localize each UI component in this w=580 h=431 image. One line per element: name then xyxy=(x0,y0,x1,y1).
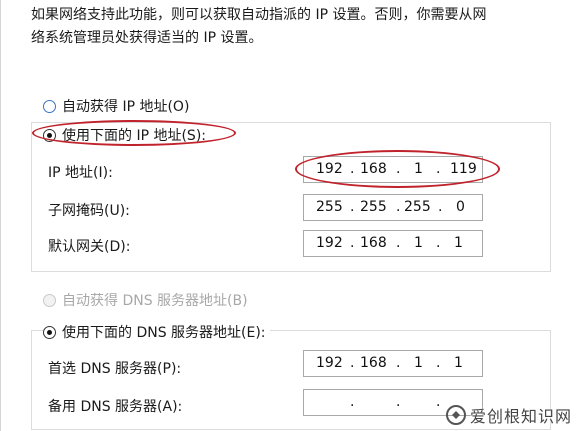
manual-dns-radio[interactable]: 使用下面的 DNS 服务器地址(E): xyxy=(43,322,270,342)
description-line-2: 络系统管理员处获得适当的 IP 设置。 xyxy=(31,30,263,46)
octet-dot: . xyxy=(350,161,355,177)
manual-dns-label: 使用下面的 DNS 服务器地址(E): xyxy=(62,325,266,341)
ip-octet-4: 119 xyxy=(450,161,477,177)
auto-ip-radio[interactable]: 自动获得 IP 地址(O) xyxy=(43,96,189,116)
octet-dot: . xyxy=(396,355,401,371)
alternate-dns-label: 备用 DNS 服务器(A): xyxy=(48,399,183,415)
gateway-octet-2: 168 xyxy=(360,235,387,251)
ip-octet-3: 1 xyxy=(414,161,423,177)
ip-octet-2: 168 xyxy=(360,161,387,177)
subnet-octet-2: 255 xyxy=(360,199,387,215)
ipv4-properties-panel: 如果网络支持此功能，则可以获取自动指派的 IP 设置。否则，你需要从网 络系统管… xyxy=(0,0,580,431)
preferred-dns-octet-1: 192 xyxy=(316,355,343,371)
octet-dot: . xyxy=(396,161,401,177)
octet-dot: . xyxy=(350,355,355,371)
default-gateway-label: 默认网关(D): xyxy=(48,239,131,255)
octet-dot: . xyxy=(350,199,355,215)
radio-checked-icon xyxy=(43,128,56,142)
octet-dot: . xyxy=(436,394,441,410)
description-line-1: 如果网络支持此功能，则可以获取自动指派的 IP 设置。否则，你需要从网 xyxy=(31,7,487,23)
subnet-mask-field[interactable]: 255 . 255 . 255 . 0 xyxy=(303,194,483,221)
description-text: 如果网络支持此功能，则可以获取自动指派的 IP 设置。否则，你需要从网 络系统管… xyxy=(31,4,551,50)
manual-ip-radio[interactable]: 使用下面的 IP 地址(S): xyxy=(43,125,210,145)
preferred-dns-label: 首选 DNS 服务器(P): xyxy=(48,361,182,377)
gateway-octet-1: 192 xyxy=(316,235,343,251)
watermark: 爱创根知识网 xyxy=(445,403,572,427)
octet-dot: . xyxy=(436,161,441,177)
radio-unchecked-icon xyxy=(43,99,56,113)
watermark-logo-icon xyxy=(445,405,466,425)
octet-dot: . xyxy=(436,355,441,371)
watermark-text: 爱创根知识网 xyxy=(469,407,572,426)
default-gateway-field[interactable]: 192 . 168 . 1 . 1 xyxy=(303,230,483,257)
octet-dot: . xyxy=(438,199,443,215)
subnet-octet-1: 255 xyxy=(316,199,343,215)
preferred-dns-octet-4: 1 xyxy=(454,355,463,371)
auto-ip-label: 自动获得 IP 地址(O) xyxy=(62,99,190,115)
octet-dot: . xyxy=(436,235,441,251)
preferred-dns-octet-2: 168 xyxy=(360,355,387,371)
ip-octet-1: 192 xyxy=(316,161,343,177)
preferred-dns-field[interactable]: 192 . 168 . 1 . 1 xyxy=(303,350,483,377)
octet-dot: . xyxy=(396,235,401,251)
octet-dot: . xyxy=(350,235,355,251)
radio-checked-icon xyxy=(43,325,56,339)
subnet-octet-4: 0 xyxy=(456,199,465,215)
radio-disabled-icon xyxy=(43,293,56,307)
auto-dns-radio[interactable]: 自动获得 DNS 服务器地址(B) xyxy=(43,290,248,310)
auto-dns-label: 自动获得 DNS 服务器地址(B) xyxy=(62,293,248,309)
ip-address-label: IP 地址(I): xyxy=(48,165,113,181)
gateway-octet-4: 1 xyxy=(454,235,463,251)
preferred-dns-octet-3: 1 xyxy=(414,355,423,371)
octet-dot: . xyxy=(350,394,355,410)
manual-ip-label: 使用下面的 IP 地址(S): xyxy=(62,128,206,144)
octet-dot: . xyxy=(396,394,401,410)
octet-dot: . xyxy=(396,199,401,215)
subnet-mask-label: 子网掩码(U): xyxy=(48,203,130,219)
subnet-octet-3: 255 xyxy=(404,199,431,215)
gateway-octet-3: 1 xyxy=(414,235,423,251)
ip-address-field[interactable]: 192 . 168 . 1 . 119 xyxy=(303,156,483,183)
